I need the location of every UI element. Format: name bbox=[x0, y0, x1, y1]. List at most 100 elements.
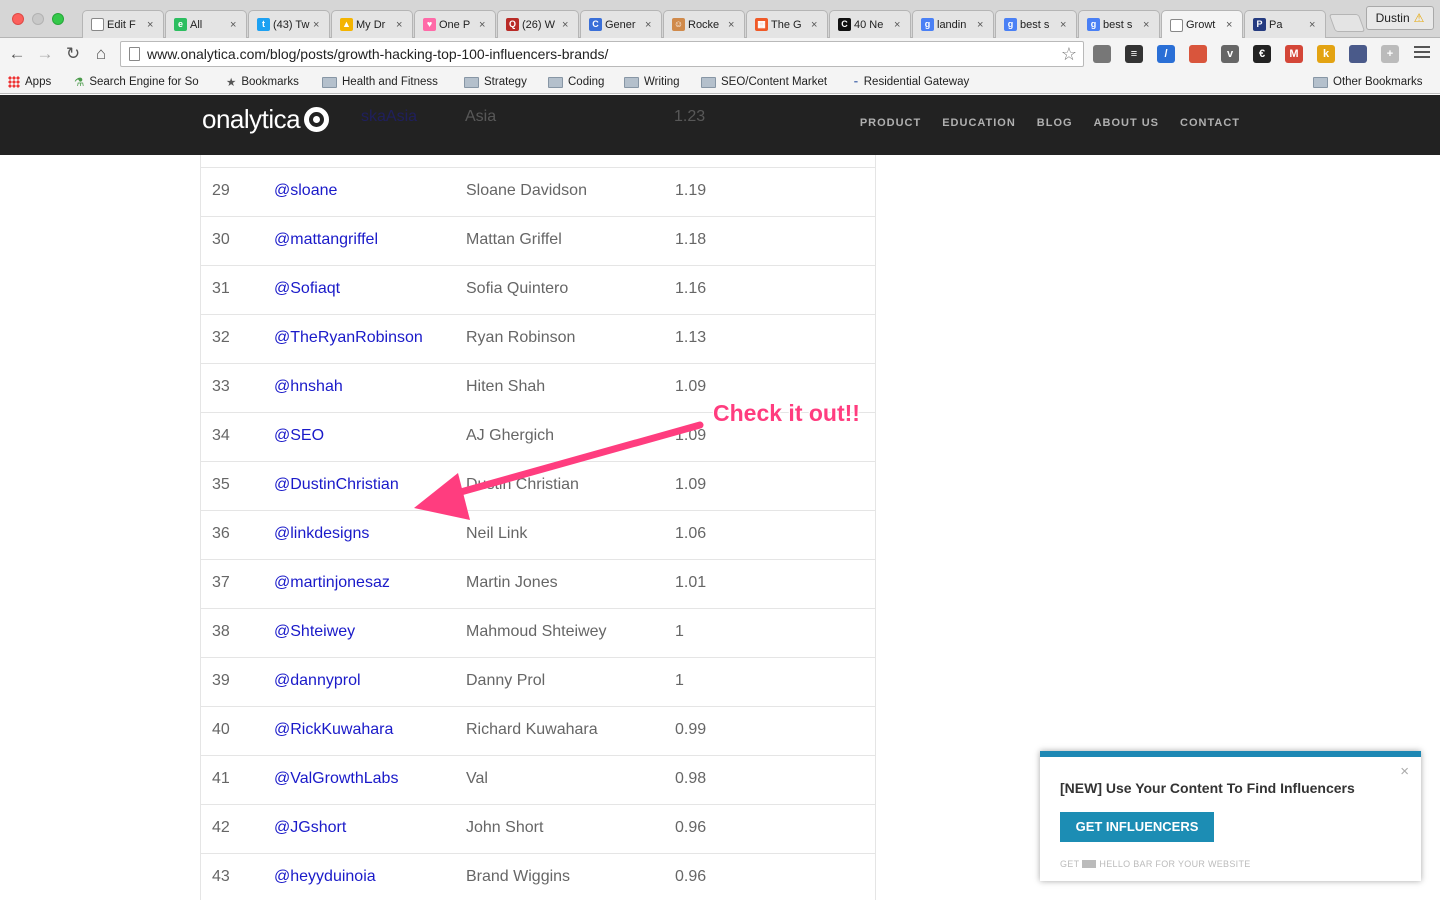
bookmark-label: Other Bookmarks bbox=[1333, 76, 1423, 88]
tab-close-icon[interactable]: × bbox=[728, 19, 738, 31]
tab-close-icon[interactable]: × bbox=[230, 19, 240, 31]
table-cell-handle-link[interactable]: @heyyduinoia bbox=[274, 868, 376, 886]
tab-close-icon[interactable]: × bbox=[562, 19, 572, 31]
table-cell-handle-link[interactable]: @sloane bbox=[274, 182, 337, 200]
nav-contact[interactable]: CONTACT bbox=[1180, 117, 1240, 129]
influencer-table: 28@otaupinOlivier Taupin1.1929@sloaneSlo… bbox=[200, 119, 876, 900]
bookmark-folder-writing[interactable]: Writing bbox=[624, 74, 690, 90]
bookmark-star-icon[interactable]: ☆ bbox=[1061, 42, 1077, 66]
tab-close-icon[interactable]: × bbox=[977, 19, 987, 31]
bookmark-folder-seo[interactable]: SEO/Content Market bbox=[701, 74, 837, 90]
tab-close-icon[interactable]: × bbox=[396, 19, 406, 31]
table-cell-handle-link[interactable]: @dannyprol bbox=[274, 672, 361, 690]
chrome-menu-icon[interactable] bbox=[1414, 46, 1430, 60]
buffer-icon[interactable]: ≡ bbox=[1125, 45, 1143, 63]
tab-close-icon[interactable]: × bbox=[313, 19, 323, 31]
close-icon[interactable]: × bbox=[1400, 763, 1409, 780]
reload-icon[interactable]: ↻ bbox=[62, 43, 84, 65]
table-cell-handle-link[interactable]: @mattangriffel bbox=[274, 231, 378, 249]
browser-tab[interactable]: e All × bbox=[165, 10, 247, 38]
tab-label: Gener bbox=[605, 18, 636, 31]
table-cell-handle-link[interactable]: @Shteiwey bbox=[274, 623, 355, 641]
bookmark-bookmarks[interactable]: ★ Bookmarks bbox=[226, 74, 316, 90]
table-row: 37 @martinjonesaz Martin Jones 1.01 bbox=[201, 560, 875, 609]
table-cell-handle-link[interactable]: @Sofiaqt bbox=[274, 280, 340, 298]
table-cell-handle-link[interactable]: @TheRyanRobinson bbox=[274, 329, 423, 347]
browser-tab[interactable]: t (43) Tw × bbox=[248, 10, 330, 38]
table-cell-handle-link[interactable]: @linkdesigns bbox=[274, 525, 369, 543]
red-extension-icon[interactable] bbox=[1189, 45, 1207, 63]
bookmark-residential-gateway[interactable]: ⁃ Residential Gateway bbox=[853, 74, 993, 90]
table-cell-rank: 32 bbox=[212, 329, 230, 346]
table-cell-handle-link[interactable]: @DustinChristian bbox=[274, 476, 399, 494]
tab-close-icon[interactable]: × bbox=[894, 19, 904, 31]
browser-tab[interactable]: Edit F × bbox=[82, 10, 164, 38]
bookmark-search-engine[interactable]: ⚗ Search Engine for So bbox=[74, 74, 210, 90]
browser-tab[interactable]: P Pa × bbox=[1244, 10, 1326, 38]
bookmark-folder-coding[interactable]: Coding bbox=[548, 74, 614, 90]
browser-tab[interactable]: Q (26) W × bbox=[497, 10, 579, 38]
bookmark-apps[interactable]: Apps bbox=[8, 74, 68, 90]
gmail-icon[interactable]: M bbox=[1285, 45, 1303, 63]
back-icon[interactable]: ← bbox=[6, 43, 28, 65]
table-cell-handle-link[interactable]: @martinjonesaz bbox=[274, 574, 390, 592]
browser-tab[interactable]: C 40 Ne × bbox=[829, 10, 911, 38]
browser-tab[interactable]: g best s × bbox=[1078, 10, 1160, 38]
minimize-window-button[interactable] bbox=[32, 13, 44, 25]
tab-close-icon[interactable]: × bbox=[147, 19, 157, 31]
pocket-icon[interactable]: v bbox=[1221, 45, 1239, 63]
table-row: 31 @Sofiaqt Sofia Quintero 1.16 bbox=[201, 266, 875, 315]
e-extension-icon[interactable]: € bbox=[1253, 45, 1271, 63]
folder-icon bbox=[548, 76, 563, 88]
table-cell-score: 0.99 bbox=[675, 721, 707, 738]
close-window-button[interactable] bbox=[12, 13, 24, 25]
pencil-extension-icon[interactable]: / bbox=[1157, 45, 1175, 63]
table-cell-handle-link[interactable]: @ValGrowthLabs bbox=[274, 770, 398, 788]
table-cell-rank: 40 bbox=[212, 721, 230, 738]
nav-product[interactable]: PRODUCT bbox=[860, 117, 921, 129]
bookmark-folder-strategy[interactable]: Strategy bbox=[464, 74, 536, 90]
tab-close-icon[interactable]: × bbox=[645, 19, 655, 31]
plus-extension-icon[interactable]: + bbox=[1381, 45, 1399, 63]
new-tab-button[interactable] bbox=[1328, 14, 1366, 32]
forward-icon[interactable]: → bbox=[34, 43, 56, 65]
tab-close-icon[interactable]: × bbox=[811, 19, 821, 31]
browser-tab[interactable]: ▲ My Dr × bbox=[331, 10, 413, 38]
browser-tab[interactable]: g landin × bbox=[912, 10, 994, 38]
browser-tab[interactable]: C Gener × bbox=[580, 10, 662, 38]
tab-close-icon[interactable]: × bbox=[1309, 19, 1319, 31]
maximize-window-button[interactable] bbox=[52, 13, 64, 25]
table-cell-score: 1.19 bbox=[675, 182, 707, 199]
evernote-clipper-icon[interactable] bbox=[1093, 45, 1111, 63]
bookmark-folder-health[interactable]: Health and Fitness bbox=[322, 74, 452, 90]
table-cell-handle-link[interactable]: @JGshort bbox=[274, 819, 346, 837]
k-extension-icon[interactable]: k bbox=[1317, 45, 1335, 63]
table-cell-handle-link[interactable]: @SEO bbox=[274, 427, 324, 445]
bookmark-folder-other[interactable]: Other Bookmarks bbox=[1313, 74, 1435, 90]
tab-close-icon[interactable]: × bbox=[1060, 19, 1070, 31]
table-cell-rank: 29 bbox=[212, 182, 230, 199]
tab-active[interactable]: Growt × bbox=[1161, 10, 1243, 39]
tab-close-icon[interactable]: × bbox=[1143, 19, 1153, 31]
tab-close-icon[interactable]: × bbox=[479, 19, 489, 31]
address-bar[interactable]: www.onalytica.com/blog/posts/growth-hack… bbox=[120, 41, 1084, 67]
get-influencers-button[interactable]: GET INFLUENCERS bbox=[1060, 812, 1214, 842]
home-icon[interactable]: ⌂ bbox=[90, 43, 112, 65]
nav-about-us[interactable]: ABOUT US bbox=[1094, 117, 1159, 129]
logo-text: onalytica bbox=[202, 104, 301, 134]
site-logo[interactable]: onalytica bbox=[202, 104, 330, 135]
profile-button[interactable]: Dustin ⚠ bbox=[1366, 6, 1434, 30]
tab-close-icon[interactable]: × bbox=[1226, 19, 1236, 31]
table-row: 43 @heyyduinoia Brand Wiggins 0.96 bbox=[201, 854, 875, 900]
hello-bar-footer[interactable]: GET HELLO BAR FOR YOUR WEBSITE bbox=[1060, 859, 1251, 869]
browser-tab[interactable]: g best s × bbox=[995, 10, 1077, 38]
nav-education[interactable]: EDUCATION bbox=[942, 117, 1016, 129]
nav-blog[interactable]: BLOG bbox=[1037, 117, 1073, 129]
browser-tab[interactable]: ♥ One P × bbox=[414, 10, 496, 38]
browser-tab[interactable]: ☺ Rocke × bbox=[663, 10, 745, 38]
hello-bar-title: [NEW] Use Your Content To Find Influence… bbox=[1060, 780, 1355, 796]
person-extension-icon[interactable] bbox=[1349, 45, 1367, 63]
table-cell-handle-link[interactable]: @hnshah bbox=[274, 378, 343, 396]
table-cell-handle-link[interactable]: @RickKuwahara bbox=[274, 721, 393, 739]
browser-tab[interactable]: ▦ The G × bbox=[746, 10, 828, 38]
